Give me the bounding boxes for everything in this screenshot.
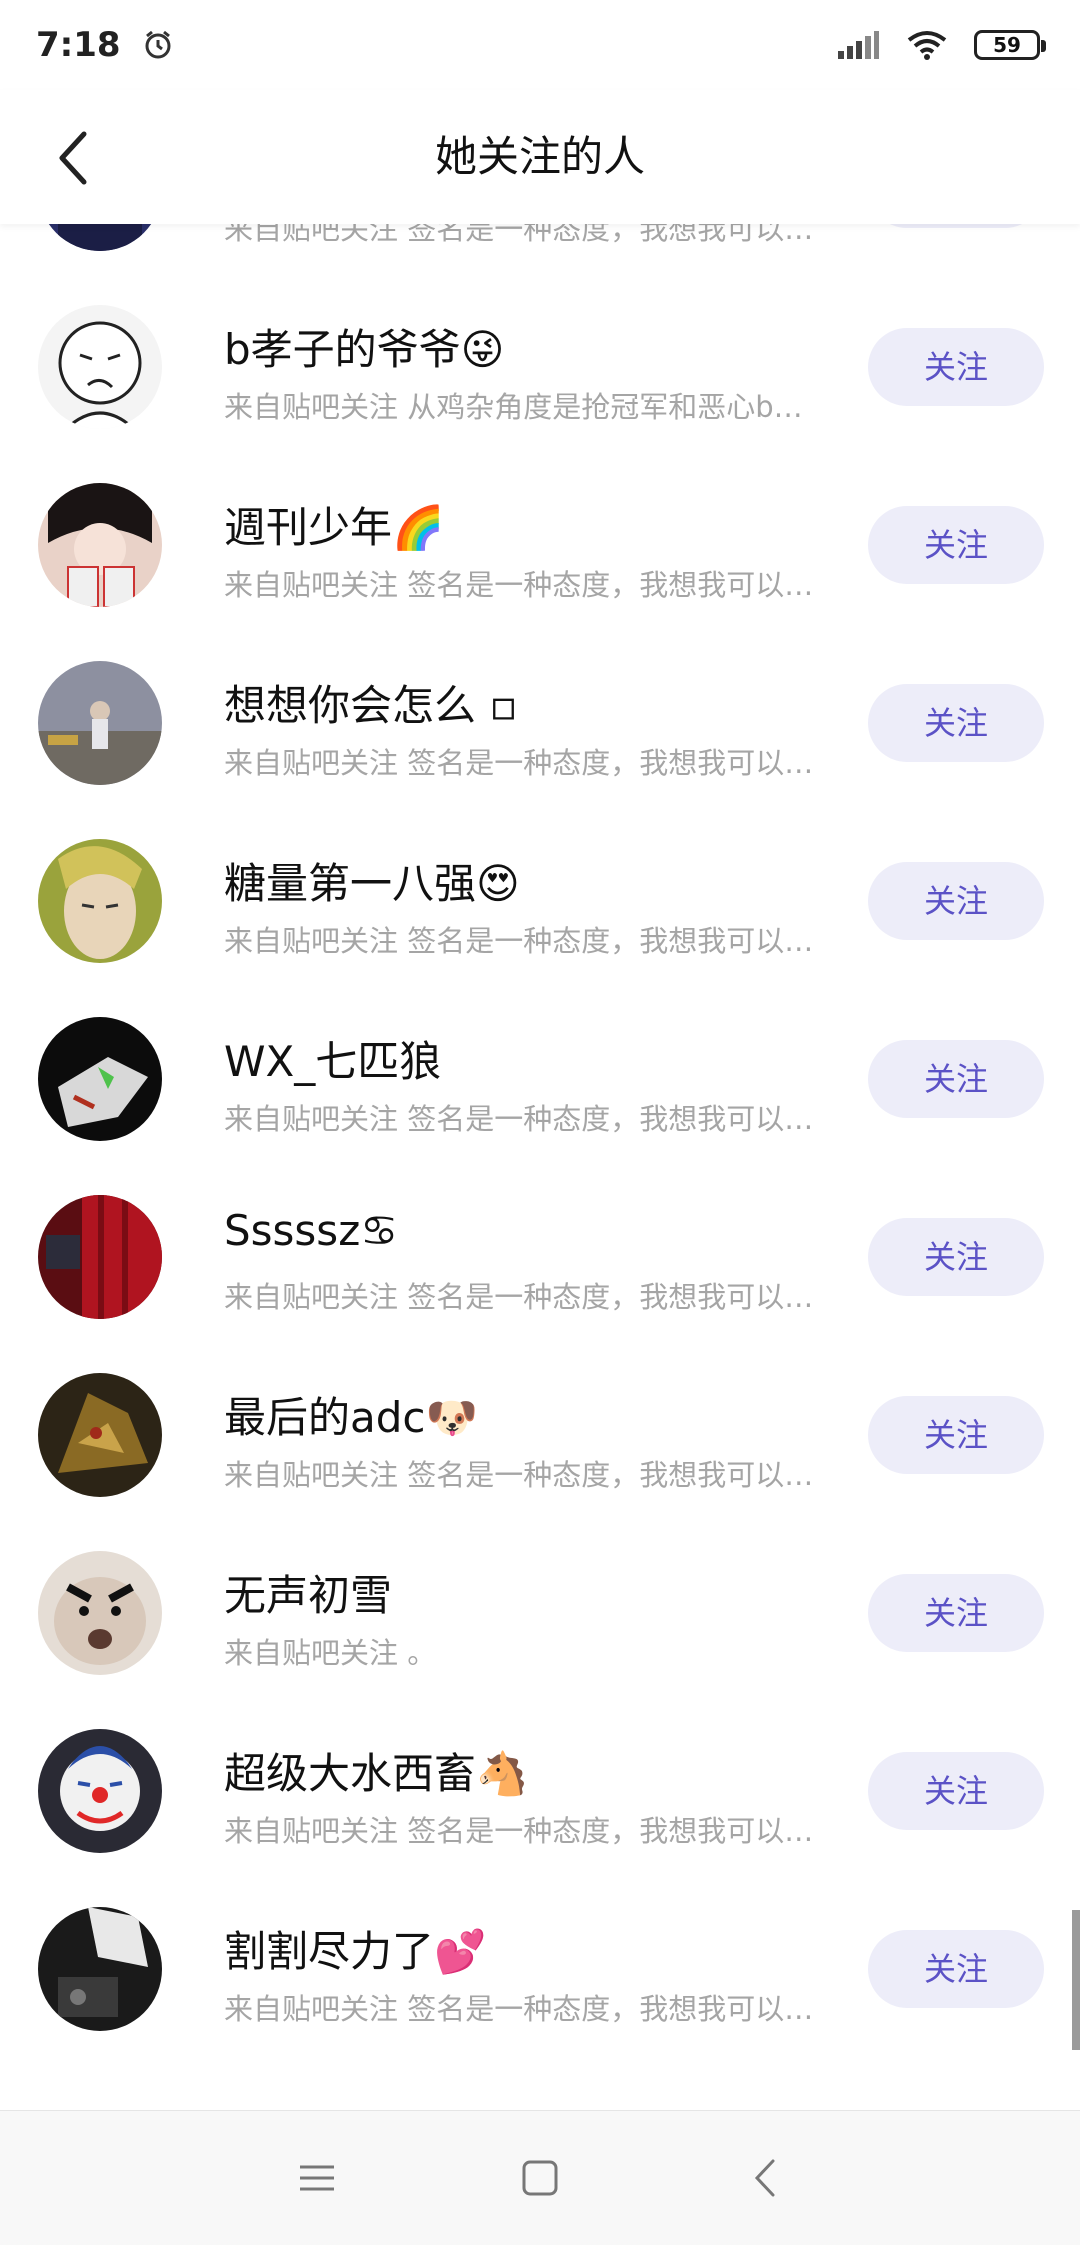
user-signature: 来自贴吧关注 签名是一种态度，我想我可以… bbox=[224, 924, 814, 958]
battery-level: 59 bbox=[993, 33, 1021, 57]
user-name[interactable]: 糖量第一八强😍 bbox=[224, 850, 520, 911]
follow-button[interactable]: 关注 bbox=[868, 1396, 1044, 1474]
list-item[interactable]: 超级大水西畜🐴 来自贴吧关注 签名是一种态度，我想我可以… 关注 bbox=[0, 1702, 1080, 1880]
avatar bbox=[38, 661, 162, 785]
avatar bbox=[38, 305, 162, 429]
list-item[interactable]: 週刊少年🌈 来自贴吧关注 签名是一种态度，我想我可以… 关注 bbox=[0, 456, 1080, 634]
list-item[interactable]: 糖量第一八强😍 来自贴吧关注 签名是一种态度，我想我可以… 关注 bbox=[0, 812, 1080, 990]
alarm-icon bbox=[145, 30, 171, 59]
status-bar: 7:18 59 bbox=[0, 0, 1080, 90]
user-signature: 来自贴吧关注 签名是一种态度，我想我可以… bbox=[224, 1280, 814, 1314]
follow-button[interactable]: 关注 bbox=[868, 684, 1044, 762]
list-item[interactable]: WX_七匹狼 来自贴吧关注 签名是一种态度，我想我可以… 关注 bbox=[0, 990, 1080, 1168]
follow-button[interactable]: 关注 bbox=[868, 1930, 1044, 2008]
menu-icon[interactable] bbox=[292, 2153, 342, 2203]
user-signature: 来自贴吧关注 签名是一种态度，我想我可以… bbox=[224, 1814, 814, 1848]
user-signature: 来自贴吧关注 签名是一种态度，我想我可以… bbox=[224, 1458, 814, 1492]
list-item[interactable]: Sssssz♋ 来自贴吧关注 签名是一种态度，我想我可以… 关注 bbox=[0, 1168, 1080, 1346]
user-signature: 来自贴吧关注 从鸡杂角度是抢冠军和恶心b… bbox=[224, 390, 803, 424]
user-name[interactable]: 超级大水西畜🐴 bbox=[224, 1740, 528, 1801]
home-icon[interactable] bbox=[515, 2153, 565, 2203]
user-name[interactable]: 想想你会怎么 ▫ bbox=[224, 672, 518, 733]
scrollbar-thumb[interactable] bbox=[1072, 1910, 1080, 2050]
list-item[interactable]: 来自贴吧关注 签名是一种态度，我想我可以… 关注 bbox=[0, 224, 1080, 278]
list-item[interactable]: 最后的adc🐶 来自贴吧关注 签名是一种态度，我想我可以… 关注 bbox=[0, 1346, 1080, 1524]
follow-button[interactable]: 关注 bbox=[868, 862, 1044, 940]
list-item[interactable]: b孝子的爷爷😜 来自贴吧关注 从鸡杂角度是抢冠军和恶心b… 关注 bbox=[0, 278, 1080, 456]
wifi-icon bbox=[907, 31, 947, 60]
battery-icon: 59 bbox=[974, 30, 1046, 60]
avatar bbox=[38, 839, 162, 963]
list-item[interactable]: 无声初雪 来自贴吧关注 。 关注 bbox=[0, 1524, 1080, 1702]
list-item[interactable]: 割割尽力了💕 来自贴吧关注 签名是一种态度，我想我可以… 关注 bbox=[0, 1880, 1080, 2058]
user-signature: 来自贴吧关注 签名是一种态度，我想我可以… bbox=[224, 224, 814, 246]
avatar bbox=[38, 1017, 162, 1141]
follow-button[interactable]: 关注 bbox=[868, 1752, 1044, 1830]
user-signature: 来自贴吧关注 签名是一种态度，我想我可以… bbox=[224, 1102, 814, 1136]
app-header: 她关注的人 bbox=[0, 90, 1080, 224]
avatar bbox=[38, 1729, 162, 1853]
list-item[interactable]: 想想你会怎么 ▫ 来自贴吧关注 签名是一种态度，我想我可以… 关注 bbox=[0, 634, 1080, 812]
user-name[interactable]: 无声初雪 bbox=[224, 1562, 392, 1623]
avatar bbox=[38, 224, 162, 251]
user-name[interactable]: WX_七匹狼 bbox=[224, 1028, 441, 1089]
follow-button[interactable]: 关注 bbox=[868, 1040, 1044, 1118]
user-name[interactable]: 最后的adc🐶 bbox=[224, 1384, 478, 1445]
system-nav-bar bbox=[0, 2110, 1080, 2245]
avatar bbox=[38, 1195, 162, 1319]
avatar bbox=[38, 1907, 162, 2031]
follow-button[interactable]: 关注 bbox=[868, 328, 1044, 406]
avatar bbox=[38, 1551, 162, 1675]
follow-button[interactable]: 关注 bbox=[868, 1574, 1044, 1652]
follow-button[interactable]: 关注 bbox=[868, 224, 1044, 228]
user-name[interactable]: 週刊少年🌈 bbox=[224, 494, 444, 555]
page-title: 她关注的人 bbox=[434, 132, 645, 181]
user-signature: 来自贴吧关注 签名是一种态度，我想我可以… bbox=[224, 1992, 814, 2026]
user-signature: 来自贴吧关注 。 bbox=[224, 1636, 437, 1670]
follow-button[interactable]: 关注 bbox=[868, 506, 1044, 584]
status-time: 7:18 bbox=[36, 25, 121, 65]
signal-icon bbox=[838, 31, 879, 59]
user-signature: 来自贴吧关注 签名是一种态度，我想我可以… bbox=[224, 568, 814, 602]
user-signature: 来自贴吧关注 签名是一种态度，我想我可以… bbox=[224, 746, 814, 780]
user-name[interactable]: Sssssz♋ bbox=[224, 1206, 398, 1255]
follow-button[interactable]: 关注 bbox=[868, 1218, 1044, 1296]
nav-back-icon[interactable] bbox=[741, 2153, 791, 2203]
avatar bbox=[38, 1373, 162, 1497]
user-name[interactable]: b孝子的爷爷😜 bbox=[224, 316, 504, 377]
back-arrow-icon[interactable] bbox=[48, 128, 98, 188]
user-name[interactable]: 割割尽力了💕 bbox=[224, 1918, 486, 1979]
following-list[interactable]: 来自贴吧关注 签名是一种态度，我想我可以… 关注 b孝子的爷爷😜 来自贴吧关注 … bbox=[0, 224, 1080, 2110]
avatar bbox=[38, 483, 162, 607]
